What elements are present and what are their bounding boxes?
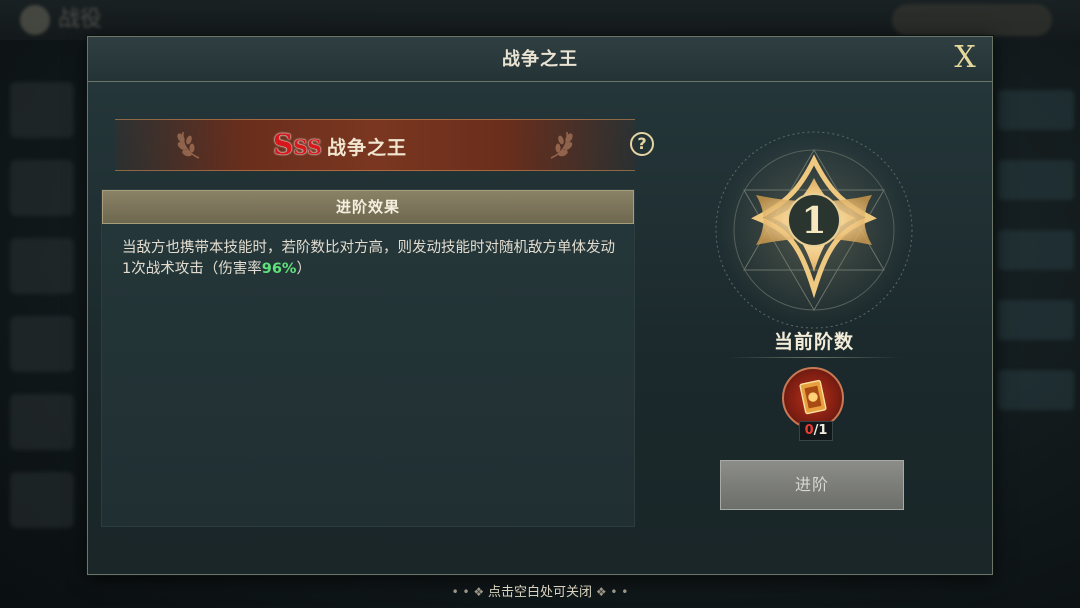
background-right-item	[998, 370, 1074, 410]
back-icon	[20, 5, 50, 35]
background-back-label: 战役	[58, 7, 103, 32]
skill-grade-badge: SSS	[273, 128, 322, 161]
background-sidebar-item	[10, 394, 74, 450]
close-hint[interactable]: • • ❖ 点击空白处可关闭 ❖ • •	[440, 580, 640, 604]
grade-letter-small: SS	[293, 135, 322, 159]
laurel-icon	[177, 131, 200, 159]
material-count: 0/1	[799, 421, 833, 441]
advance-button-label: 进阶	[794, 475, 829, 494]
material-slot[interactable]	[782, 367, 844, 429]
background-right-item	[998, 230, 1074, 270]
grade-letter: S	[273, 128, 294, 161]
current-rank-label: 当前阶数	[773, 331, 854, 353]
effect-header-label: 进阶效果	[335, 198, 400, 216]
laurel-icon	[550, 131, 573, 159]
close-button[interactable]: X	[948, 42, 982, 76]
background-sidebar-item	[10, 472, 74, 528]
background-sidebar-item	[10, 238, 74, 294]
current-rank-number: 1	[801, 200, 826, 242]
effect-text-end: ）	[296, 261, 311, 277]
background-sidebar	[0, 60, 86, 608]
background-back-button: 战役	[20, 2, 130, 38]
dialog-title: 战争之王	[502, 49, 578, 70]
close-hint-label: 点击空白处可关闭	[487, 585, 592, 600]
effect-text-main: 当敌方也携带本技能时，若阶数比对方高，则发动技能时对随机敌方单体发动1次战术攻击…	[122, 240, 615, 277]
rank-emblem-icon: 1	[715, 131, 913, 329]
advance-button[interactable]: 进阶	[720, 460, 904, 510]
skill-advance-dialog: 战争之王 X SSS 战争之王 ? 进阶效果 当敌方也携带本技能时，若阶数比对方…	[87, 36, 993, 575]
ornament-icon: • • ❖	[451, 585, 488, 599]
background-sidebar-item	[10, 160, 74, 216]
effect-description: 当敌方也携带本技能时，若阶数比对方高，则发动技能时对随机敌方单体发动1次战术攻击…	[122, 238, 616, 280]
effect-panel: 进阶效果 当敌方也携带本技能时，若阶数比对方高，则发动技能时对随机敌方单体发动1…	[101, 189, 635, 527]
question-mark-icon[interactable]: ?	[630, 132, 654, 156]
scroll-icon	[799, 379, 827, 415]
background-resource-bar	[892, 4, 1052, 36]
background-right-item	[998, 300, 1074, 340]
effect-header: 进阶效果	[102, 190, 634, 224]
background-sidebar-item	[10, 316, 74, 372]
skill-name-banner: SSS 战争之王 ?	[115, 119, 654, 171]
skill-name: 战争之王	[327, 137, 408, 159]
ornament-icon: ❖ • •	[592, 585, 629, 599]
divider	[728, 357, 900, 358]
background-right-panel	[992, 60, 1080, 608]
dialog-header: 战争之王 X	[88, 37, 992, 82]
background-right-item	[998, 160, 1074, 200]
material-owned: 0	[804, 423, 814, 438]
material-required: /1	[813, 423, 828, 438]
damage-rate-value: 96%	[261, 261, 297, 277]
background-sidebar-item	[10, 82, 74, 138]
background-right-item	[998, 90, 1074, 130]
